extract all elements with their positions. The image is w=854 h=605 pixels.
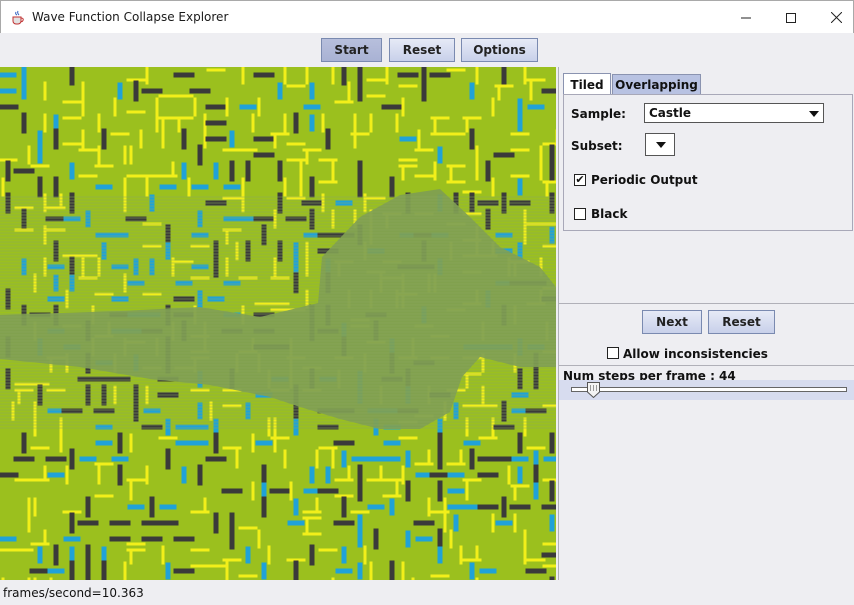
start-button[interactable]: Start bbox=[321, 38, 382, 62]
section-divider bbox=[559, 303, 854, 304]
sample-select[interactable]: Castle bbox=[644, 103, 824, 123]
reset-step-button[interactable]: Reset bbox=[708, 310, 775, 334]
allow-inconsistencies-checkbox[interactable] bbox=[607, 347, 619, 359]
java-cup-icon bbox=[12, 10, 24, 25]
chevron-down-icon bbox=[809, 111, 819, 117]
minimize-button[interactable] bbox=[723, 1, 769, 34]
reset-output-button[interactable]: Reset bbox=[389, 38, 455, 62]
tab-tiled[interactable]: Tiled bbox=[563, 73, 611, 95]
close-icon bbox=[830, 12, 842, 23]
window-title: Wave Function Collapse Explorer bbox=[32, 10, 229, 24]
black-label: Black bbox=[591, 207, 628, 221]
options-button[interactable]: Options bbox=[461, 38, 538, 62]
close-button[interactable] bbox=[813, 1, 854, 34]
title-bar: Wave Function Collapse Explorer bbox=[0, 0, 854, 33]
next-step-button[interactable]: Next bbox=[642, 310, 702, 334]
tiled-tab-panel: Sample: Castle Subset: ✔ Periodic Output… bbox=[563, 94, 853, 231]
maximize-button[interactable] bbox=[768, 1, 814, 34]
fps-status: frames/second=10.363 bbox=[3, 586, 144, 600]
sample-select-value: Castle bbox=[649, 106, 692, 120]
maximize-icon bbox=[786, 12, 796, 23]
periodic-output-label: Periodic Output bbox=[591, 173, 698, 187]
generated-tile-map bbox=[0, 67, 556, 580]
steps-slider-thumb[interactable] bbox=[587, 382, 600, 398]
settings-panel: Overlapping Tiled Sample: Castle Subset:… bbox=[558, 67, 854, 580]
periodic-output-checkbox[interactable]: ✔ bbox=[574, 174, 586, 186]
tab-overlapping[interactable]: Overlapping bbox=[612, 74, 701, 95]
chevron-down-icon bbox=[656, 142, 666, 148]
checkmark-icon: ✔ bbox=[575, 173, 585, 186]
section-divider bbox=[559, 365, 854, 366]
black-checkbox[interactable] bbox=[574, 208, 586, 220]
allow-inconsistencies-label: Allow inconsistencies bbox=[623, 347, 768, 361]
subset-label: Subset: bbox=[571, 139, 623, 153]
steps-slider-track[interactable] bbox=[571, 387, 847, 392]
subset-select[interactable] bbox=[645, 133, 675, 156]
toolbar: Start Reset Options bbox=[0, 33, 854, 67]
output-canvas[interactable] bbox=[0, 67, 556, 580]
status-bar: frames/second=10.363 bbox=[0, 580, 854, 605]
minimize-icon bbox=[741, 17, 751, 18]
sample-label: Sample: bbox=[571, 107, 626, 121]
